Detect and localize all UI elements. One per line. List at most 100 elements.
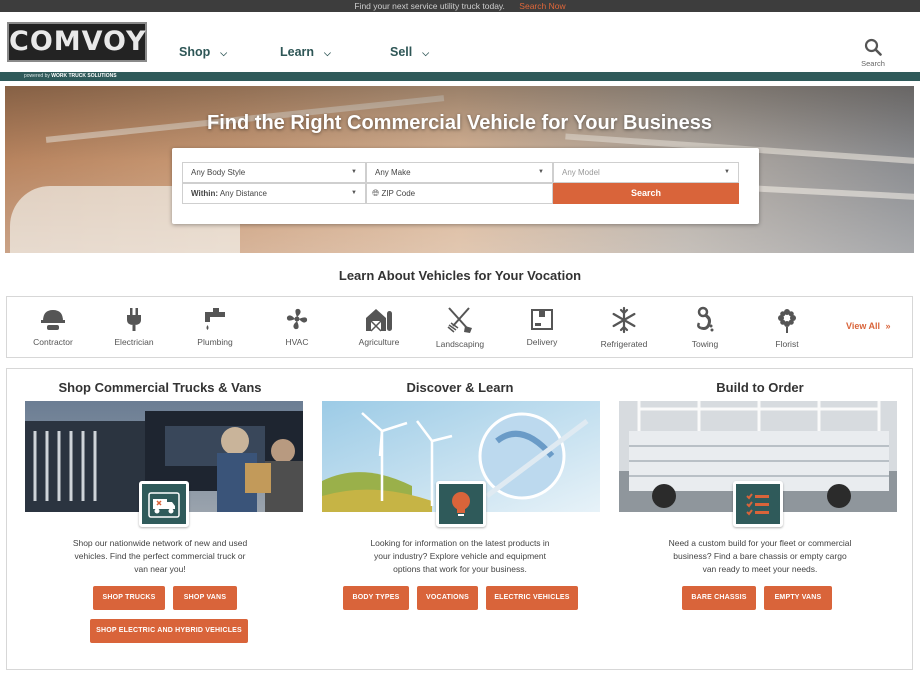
search-label: Search: [861, 59, 885, 68]
comvoy-logo[interactable]: COMVOY: [7, 22, 147, 62]
faucet-icon: [205, 308, 225, 330]
nav-learn-label: Learn: [280, 45, 315, 59]
chevron-down-icon: ⌵: [220, 48, 228, 58]
header-search-button[interactable]: Search: [856, 38, 890, 68]
checklist-badge: [733, 481, 783, 527]
search-now-link[interactable]: Search Now: [519, 1, 565, 11]
bare-chassis-button[interactable]: BARE CHASSIS: [682, 586, 756, 610]
vocation-florist[interactable]: Florist: [747, 306, 827, 349]
learn-column-title: Discover & Learn: [406, 380, 514, 395]
shop-column-title: Shop Commercial Trucks & Vans: [58, 380, 262, 395]
chevron-down-icon: ⌵: [422, 48, 430, 58]
within-label: Within:: [191, 189, 219, 198]
barn-icon: [366, 309, 392, 332]
nav-shop[interactable]: Shop ⌵: [179, 45, 227, 59]
learn-column-description: Looking for information on the latest pr…: [310, 537, 610, 576]
lightbulb-icon: [452, 492, 470, 516]
globe-icon: 🌐︎: [372, 188, 380, 198]
shovel-rake-icon: [447, 307, 472, 333]
dropdown-arrow-icon: ▼: [724, 169, 730, 175]
vocation-label: Electrician: [114, 337, 154, 347]
powered-by-text: powered by WORK TRUCK SOLUTIONS: [24, 73, 117, 80]
search-button[interactable]: Search: [553, 183, 739, 204]
checklist-icon: [746, 493, 769, 516]
vocation-label: Contractor: [33, 337, 73, 347]
body-style-value: Any Body Style: [191, 168, 246, 177]
body-types-button[interactable]: BODY TYPES: [343, 586, 409, 610]
powered-by-prefix: powered by: [24, 73, 50, 79]
vocation-electrician[interactable]: Electrician: [94, 306, 174, 347]
search-icon: [864, 38, 882, 56]
plug-icon: [127, 308, 141, 331]
vocation-plumbing[interactable]: Plumbing: [175, 306, 255, 347]
description-line: business? Find a bare chassis or empty c…: [673, 551, 847, 561]
distance-select[interactable]: Within: Any Distance ▼: [182, 183, 366, 204]
shop-electric-hybrid-button[interactable]: SHOP ELECTRIC AND HYBRID VEHICLES: [90, 619, 248, 643]
lightbulb-badge: [436, 481, 486, 527]
view-all-label: View All: [846, 321, 881, 331]
vocation-contractor[interactable]: Contractor: [13, 306, 93, 347]
announcement-bar: Find your next service utility truck tod…: [0, 0, 920, 12]
vocation-refrigerated[interactable]: Refrigerated: [584, 306, 664, 349]
view-all-vocations-link[interactable]: View All »: [846, 321, 891, 331]
build-column-title: Build to Order: [716, 380, 804, 395]
hard-hat-icon: [41, 310, 65, 330]
vocation-agriculture[interactable]: Agriculture: [339, 306, 419, 347]
vocation-landscaping[interactable]: Landscaping: [420, 306, 500, 349]
empty-vans-button[interactable]: EMPTY VANS: [764, 586, 832, 610]
zip-placeholder: ZIP Code: [381, 189, 416, 198]
fan-icon: [286, 308, 308, 330]
dropdown-arrow-icon: ▼: [538, 169, 544, 175]
flower-icon: [778, 309, 796, 333]
description-line: van ready to meet your needs.: [702, 564, 818, 574]
vocation-delivery[interactable]: Delivery: [502, 306, 582, 347]
logo-strip: [0, 72, 920, 81]
vocation-label: Refrigerated: [600, 339, 648, 349]
box-icon: [531, 309, 553, 330]
site-header: COMVOY Shop ⌵ Learn ⌵ Sell ⌵ Search: [0, 12, 920, 72]
shop-trucks-button[interactable]: SHOP TRUCKS: [93, 586, 165, 610]
zip-code-input[interactable]: 🌐︎ ZIP Code: [366, 183, 553, 204]
nav-sell-label: Sell: [390, 45, 413, 59]
nav-learn[interactable]: Learn ⌵: [280, 45, 331, 59]
electric-vehicles-button[interactable]: ELECTRIC VEHICLES: [486, 586, 578, 610]
announcement-text: Find your next service utility truck tod…: [354, 1, 505, 11]
description-line: Need a custom build for your fleet or co…: [668, 538, 852, 548]
description-line: your industry? Explore vehicle and equip…: [374, 551, 546, 561]
build-column-description: Need a custom build for your fleet or co…: [610, 537, 910, 576]
body-style-select[interactable]: Any Body Style ▼: [182, 162, 366, 183]
shop-vans-button[interactable]: SHOP VANS: [173, 586, 237, 610]
distance-value: Any Distance: [219, 189, 267, 198]
vocation-label: Delivery: [526, 337, 558, 347]
vocation-label: Landscaping: [435, 339, 485, 349]
nav-shop-label: Shop: [179, 45, 211, 59]
vocations-button[interactable]: VOCATIONS: [417, 586, 478, 610]
model-value: Any Model: [562, 168, 600, 177]
model-select[interactable]: Any Model ▼: [553, 162, 739, 183]
vocation-hvac[interactable]: HVAC: [257, 306, 337, 347]
description-line: options that work for your business.: [393, 564, 527, 574]
vocation-label: Agriculture: [358, 337, 400, 347]
description-line: Shop our nationwide network of new and u…: [72, 538, 248, 548]
powered-by-brand: WORK TRUCK SOLUTIONS: [51, 73, 117, 79]
vocation-label: Florist: [775, 339, 799, 349]
nav-sell[interactable]: Sell ⌵: [390, 45, 429, 59]
truck-badge: [139, 481, 189, 527]
truck-icon: [148, 492, 180, 518]
vocation-label: HVAC: [285, 337, 309, 347]
snowflake-icon: [612, 306, 636, 334]
make-select[interactable]: Any Make ▼: [366, 162, 553, 183]
vocation-towing[interactable]: Towing: [665, 306, 745, 349]
chevron-down-icon: ⌵: [324, 48, 331, 58]
vocation-label: Plumbing: [197, 337, 233, 347]
double-chevron-right-icon: »: [885, 321, 891, 331]
vocations-heading: Learn About Vehicles for Your Vocation: [338, 268, 582, 283]
dropdown-arrow-icon: ▼: [351, 190, 357, 196]
description-line: vehicles. Find the perfect commercial tr…: [74, 551, 246, 561]
feature-panel: Shop Commercial Trucks & Vans Shop our n…: [6, 368, 913, 670]
description-line: Looking for information on the latest pr…: [370, 538, 550, 548]
tow-hook-icon: [697, 306, 714, 332]
vocation-label: Towing: [691, 339, 719, 349]
shop-column-description: Shop our nationwide network of new and u…: [10, 537, 310, 576]
dropdown-arrow-icon: ▼: [351, 169, 357, 175]
